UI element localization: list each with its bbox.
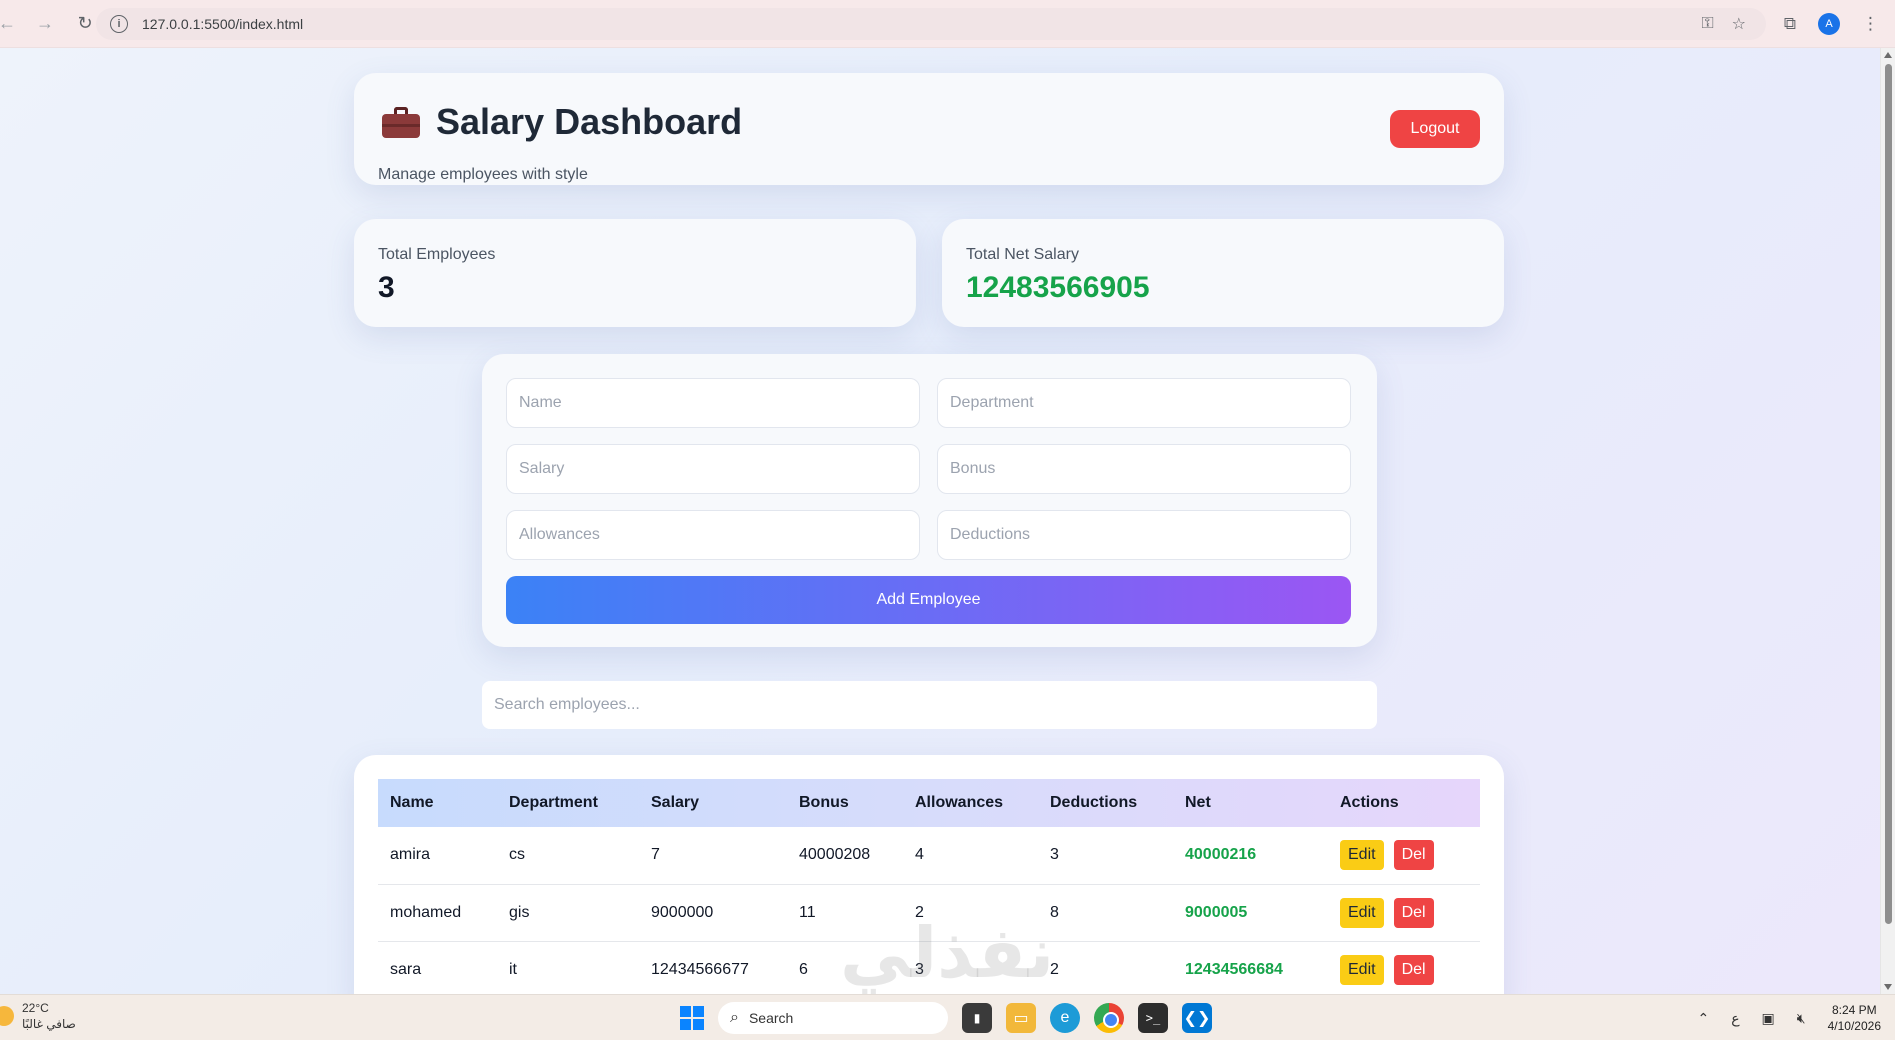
cell-name: sara (378, 941, 497, 994)
watermark-arabic: نفذلي (840, 912, 1055, 994)
cell-deductions: 8 (1038, 884, 1173, 942)
cell-allowances: 4 (903, 827, 1038, 885)
extensions-icon[interactable]: ⧉ (1784, 14, 1796, 34)
cell-net: 12434566684 (1173, 941, 1328, 994)
department-input[interactable] (937, 378, 1351, 428)
deductions-input[interactable] (937, 510, 1351, 560)
briefcase-icon (382, 107, 420, 138)
table-row: amira cs 7 40000208 4 3 40000216 Edit Del (378, 827, 1480, 885)
cell-deductions: 3 (1038, 827, 1173, 885)
cell-net: 9000005 (1173, 884, 1328, 942)
keyboard-language[interactable]: ع (1731, 1010, 1739, 1027)
cell-name: mohamed (378, 884, 497, 942)
profile-avatar[interactable]: A (1818, 13, 1840, 35)
page-scrollbar[interactable] (1880, 48, 1895, 994)
cell-actions: Edit Del (1328, 827, 1480, 885)
weather-desc: صافي غالبًا (22, 1017, 76, 1031)
total-net-salary-value: 12483566905 (966, 271, 1150, 304)
cell-net: 40000216 (1173, 827, 1328, 885)
header-deductions: Deductions (1050, 794, 1138, 811)
delete-button[interactable]: Del (1393, 840, 1434, 871)
bonus-input[interactable] (937, 444, 1351, 494)
page-subtitle: Manage employees with style (378, 166, 588, 183)
file-explorer-icon[interactable]: ▭ (1006, 1003, 1036, 1033)
system-clock[interactable]: 8:24 PM 4/10/2026 (1828, 1002, 1881, 1034)
total-employees-label: Total Employees (378, 246, 496, 263)
windows-taskbar: 22°C صافي غالبًا ⌕ Search ▮ ▭ e >_ ❮❯ ⌃ … (0, 994, 1895, 1040)
scroll-down-icon[interactable] (1884, 984, 1892, 990)
header-card: Salary Dashboard Manage employees with s… (354, 73, 1504, 185)
cell-department: gis (497, 884, 639, 942)
scroll-up-icon[interactable] (1884, 52, 1892, 58)
vscode-icon[interactable]: ❮❯ (1182, 1003, 1212, 1033)
edit-button[interactable]: Edit (1340, 897, 1384, 928)
edge-browser-icon[interactable]: e (1050, 1003, 1080, 1033)
header-bonus: Bonus (799, 794, 849, 811)
windows-start-icon[interactable] (680, 1006, 704, 1030)
total-employees-value: 3 (378, 271, 395, 304)
taskbar-search-label: Search (748, 1010, 794, 1026)
search-icon: ⌕ (730, 1009, 739, 1026)
back-icon[interactable]: ← (0, 9, 22, 39)
header-net: Net (1185, 794, 1211, 811)
browser-toolbar: ← → ↻ i 127.0.0.1:5500/index.html ⚿ ☆ ⧉ … (0, 0, 1895, 48)
header-department: Department (509, 794, 598, 811)
edit-button[interactable]: Edit (1340, 840, 1384, 871)
header-name: Name (390, 794, 434, 811)
taskbar-search[interactable]: ⌕ Search (718, 1002, 948, 1034)
search-employees-input[interactable] (482, 681, 1377, 729)
network-icon[interactable]: ▣ (1762, 1010, 1775, 1027)
cell-name: amira (378, 827, 497, 885)
total-net-salary-card: Total Net Salary 12483566905 (942, 219, 1504, 327)
clock-time: 8:24 PM (1831, 1003, 1877, 1017)
header-actions: Actions (1340, 794, 1399, 811)
page-title: Salary Dashboard (382, 101, 742, 143)
terminal-icon[interactable]: >_ (1138, 1003, 1168, 1033)
header-allowances: Allowances (915, 794, 1004, 811)
weather-widget[interactable]: 22°C صافي غالبًا (0, 1000, 76, 1032)
total-employees-card: Total Employees 3 (354, 219, 916, 327)
chrome-browser-icon[interactable] (1094, 1003, 1124, 1033)
salary-input[interactable] (506, 444, 920, 494)
allowances-input[interactable] (506, 510, 920, 560)
cell-bonus: 40000208 (787, 827, 903, 885)
task-view-icon[interactable]: ▮ (962, 1003, 992, 1033)
logout-button[interactable]: Logout (1390, 110, 1480, 148)
edit-button[interactable]: Edit (1340, 954, 1384, 985)
password-key-icon[interactable]: ⚿ (1701, 15, 1713, 33)
volume-muted-icon[interactable]: 🔇︎ (1797, 1010, 1806, 1027)
name-input[interactable] (506, 378, 920, 428)
forward-icon[interactable]: → (30, 9, 60, 39)
cell-actions: Edit Del (1328, 941, 1480, 994)
clock-date: 4/10/2026 (1827, 1019, 1881, 1033)
header-salary: Salary (651, 794, 700, 811)
delete-button[interactable]: Del (1393, 897, 1434, 928)
address-bar[interactable]: i 127.0.0.1:5500/index.html ⚿ ☆ (96, 8, 1766, 40)
bookmark-star-icon[interactable]: ☆ (1732, 14, 1746, 34)
weather-sun-icon (0, 1006, 14, 1026)
delete-button[interactable]: Del (1393, 954, 1434, 985)
menu-kebab-icon[interactable]: ⋮ (1862, 14, 1879, 34)
cell-salary: 9000000 (639, 884, 787, 942)
cell-salary: 12434566677 (639, 941, 787, 994)
employee-form-card: Add Employee (482, 354, 1377, 647)
add-employee-button[interactable]: Add Employee (506, 576, 1351, 624)
total-net-salary-label: Total Net Salary (966, 246, 1079, 263)
cell-actions: Edit Del (1328, 884, 1480, 942)
cell-department: it (497, 941, 639, 994)
site-info-icon[interactable]: i (110, 15, 128, 33)
cell-department: cs (497, 827, 639, 885)
cell-deductions: 2 (1038, 941, 1173, 994)
url-text: 127.0.0.1:5500/index.html (142, 16, 304, 32)
table-header-row: Name Department Salary Bonus Allowances … (378, 779, 1480, 827)
page-title-text: Salary Dashboard (436, 101, 743, 142)
scrollbar-thumb[interactable] (1885, 64, 1892, 924)
weather-temp: 22°C (22, 1001, 49, 1015)
page-viewport: Salary Dashboard Manage employees with s… (0, 48, 1880, 994)
tray-chevron-up-icon[interactable]: ⌃ (1697, 1010, 1709, 1027)
cell-salary: 7 (639, 827, 787, 885)
